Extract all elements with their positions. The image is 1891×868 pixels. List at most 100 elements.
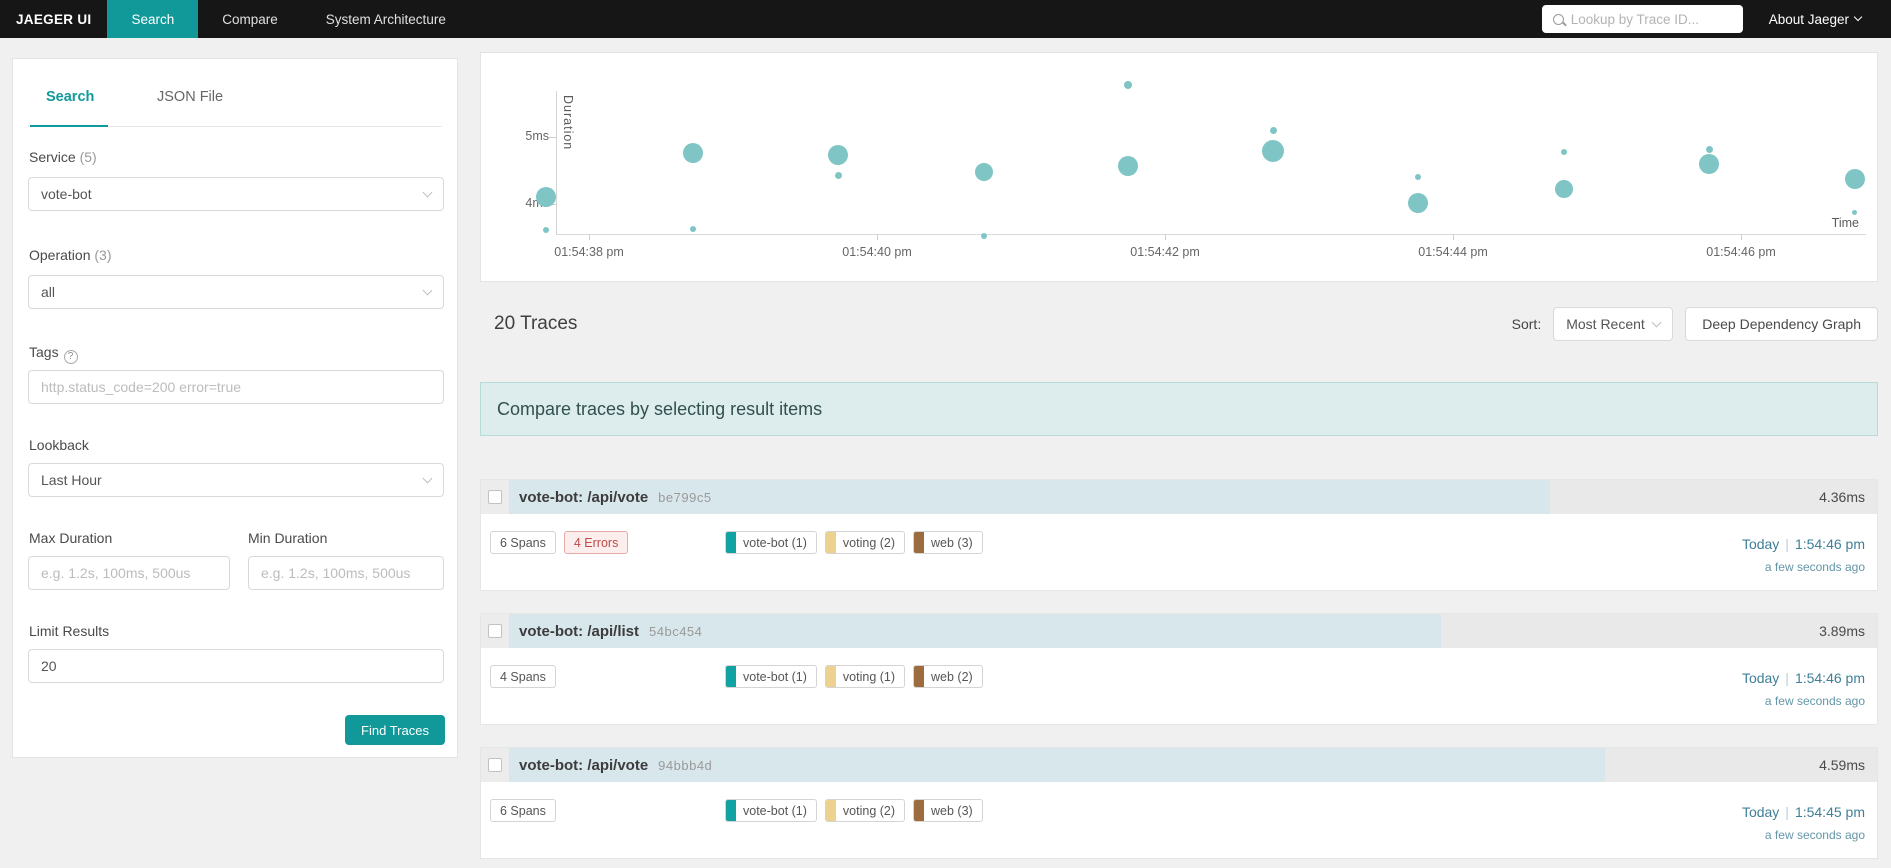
y-tick-label: 5ms <box>525 129 549 143</box>
trace-time: 1:54:46 pm <box>1794 670 1865 686</box>
help-icon[interactable]: ? <box>63 349 78 364</box>
trace-title-row: vote-bot: /api/vote 94bbb4d <box>519 748 712 782</box>
date-separator: | <box>1785 804 1789 820</box>
x-tick-mark <box>1741 234 1742 240</box>
trace-card-body: 4 Spans vote-bot (1) voting (1) web (2) Toda… <box>481 648 1877 724</box>
trace-result-card[interactable]: vote-bot: /api/list 54bc454 3.89ms 4 Spans v… <box>480 613 1878 725</box>
service-label: Service (5) <box>29 149 97 165</box>
service-color-swatch <box>825 666 836 687</box>
trace-point[interactable] <box>980 233 987 240</box>
trace-point[interactable] <box>682 143 703 164</box>
max-duration-label: Max Duration <box>29 530 113 546</box>
trace-point[interactable] <box>1560 148 1567 155</box>
trace-point[interactable] <box>1269 127 1277 135</box>
trace-title[interactable]: vote-bot: /api/list <box>519 623 639 640</box>
service-chip-label: vote-bot (1) <box>743 535 807 550</box>
trace-point[interactable] <box>1117 155 1138 176</box>
trace-point[interactable] <box>689 225 696 232</box>
service-color-swatch <box>914 800 925 821</box>
service-chip-label: voting (1) <box>842 669 896 684</box>
trace-point[interactable] <box>834 171 842 179</box>
chevron-down-icon <box>1651 317 1662 327</box>
trace-services: vote-bot (1) voting (2) web (3) <box>725 531 983 554</box>
trace-title-row: vote-bot: /api/vote be799c5 <box>519 480 712 514</box>
service-chip: web (3) <box>913 799 983 822</box>
trace-point[interactable] <box>1554 180 1573 199</box>
trace-duration: 4.36ms <box>1819 489 1865 505</box>
trace-point[interactable] <box>542 227 549 234</box>
lookback-select[interactable]: Last Hour <box>28 463 444 497</box>
trace-duration: 3.89ms <box>1819 623 1865 639</box>
trace-date-time[interactable]: Today | 1:54:46 pm <box>1742 670 1865 686</box>
trace-checkbox-cell <box>481 748 509 782</box>
trace-id: 54bc454 <box>649 623 703 639</box>
sort-label: Sort: <box>1511 316 1542 332</box>
trace-chips-row: 6 Spans 4 Errors <box>490 531 629 554</box>
limit-results-wrap <box>28 649 444 683</box>
min-duration-input[interactable] <box>261 565 431 581</box>
trace-title[interactable]: vote-bot: /api/vote <box>519 489 648 506</box>
find-traces-button[interactable]: Find Traces <box>345 715 445 745</box>
trace-date-time[interactable]: Today | 1:54:46 pm <box>1742 536 1865 552</box>
trace-lookup-input[interactable] <box>1570 11 1732 27</box>
x-tick-mark <box>589 234 590 240</box>
service-select[interactable]: vote-bot <box>28 177 444 211</box>
trace-point[interactable] <box>1705 146 1713 154</box>
tab-search[interactable]: Search <box>46 89 94 105</box>
trace-title[interactable]: vote-bot: /api/vote <box>519 757 648 774</box>
trace-select-checkbox[interactable] <box>488 490 502 504</box>
trace-lookup-box <box>1541 5 1743 33</box>
compare-banner: Compare traces by selecting result items <box>480 382 1878 436</box>
deep-dependency-graph-button[interactable]: Deep Dependency Graph <box>1685 307 1878 341</box>
service-chip-label: voting (2) <box>842 535 896 550</box>
tab-json-file[interactable]: JSON File <box>157 89 223 105</box>
trace-point[interactable] <box>1699 153 1720 174</box>
trace-point[interactable] <box>535 187 556 208</box>
tags-input[interactable] <box>41 379 431 395</box>
trace-point[interactable] <box>828 145 849 166</box>
trace-checkbox-cell <box>481 480 509 514</box>
sort-select[interactable]: Most Recent <box>1553 307 1674 341</box>
trace-chips-row: 4 Spans <box>490 665 556 688</box>
trace-duration: 4.59ms <box>1819 757 1865 773</box>
trace-point[interactable] <box>1123 80 1132 89</box>
nav-item-search[interactable]: Search <box>107 0 199 38</box>
date-separator: | <box>1785 536 1789 552</box>
service-chip-label: voting (2) <box>842 803 896 818</box>
trace-card-header[interactable]: vote-bot: /api/vote be799c5 4.36ms <box>481 480 1877 514</box>
trace-point[interactable] <box>1852 209 1858 215</box>
trace-point[interactable] <box>1262 140 1284 163</box>
about-jaeger-menu[interactable]: About Jaeger <box>1769 12 1863 27</box>
x-tick-label: 01:54:46 pm <box>1706 245 1776 259</box>
trace-point[interactable] <box>1844 169 1865 190</box>
x-tick-mark <box>877 234 878 240</box>
trace-card-header[interactable]: vote-bot: /api/list 54bc454 3.89ms <box>481 614 1877 648</box>
trace-select-checkbox[interactable] <box>488 758 502 772</box>
trace-point[interactable] <box>974 162 993 181</box>
chevron-down-icon <box>1853 12 1863 22</box>
chevron-down-icon <box>422 187 433 197</box>
trace-id: be799c5 <box>658 489 712 505</box>
date-separator: | <box>1785 670 1789 686</box>
trace-id: 94bbb4d <box>658 757 713 773</box>
trace-result-card[interactable]: vote-bot: /api/vote 94bbb4d 4.59ms 6 Spans v… <box>480 747 1878 859</box>
trace-point[interactable] <box>1415 174 1422 181</box>
search-icon <box>1552 13 1564 25</box>
trace-date-time[interactable]: Today | 1:54:45 pm <box>1742 804 1865 820</box>
trace-chips-row: 6 Spans <box>490 799 556 822</box>
trace-point[interactable] <box>1408 193 1429 214</box>
x-axis-line <box>556 234 1866 235</box>
trace-select-checkbox[interactable] <box>488 624 502 638</box>
limit-results-input[interactable] <box>41 658 431 674</box>
max-duration-input[interactable] <box>41 565 217 581</box>
operation-select[interactable]: all <box>28 275 444 309</box>
trace-time: 1:54:46 pm <box>1794 536 1865 552</box>
trace-card-header[interactable]: vote-bot: /api/vote 94bbb4d 4.59ms <box>481 748 1877 782</box>
nav-item-system-architecture[interactable]: System Architecture <box>302 0 470 38</box>
limit-results-label: Limit Results <box>29 623 110 639</box>
lookback-label: Lookback <box>29 437 89 453</box>
trace-result-card[interactable]: vote-bot: /api/vote be799c5 4.36ms 6 Spans 4… <box>480 479 1878 591</box>
results-header: 20 Traces Sort: Most Recent Deep Depende… <box>480 306 1878 342</box>
trace-date: Today <box>1741 536 1780 552</box>
nav-item-compare[interactable]: Compare <box>198 0 302 38</box>
